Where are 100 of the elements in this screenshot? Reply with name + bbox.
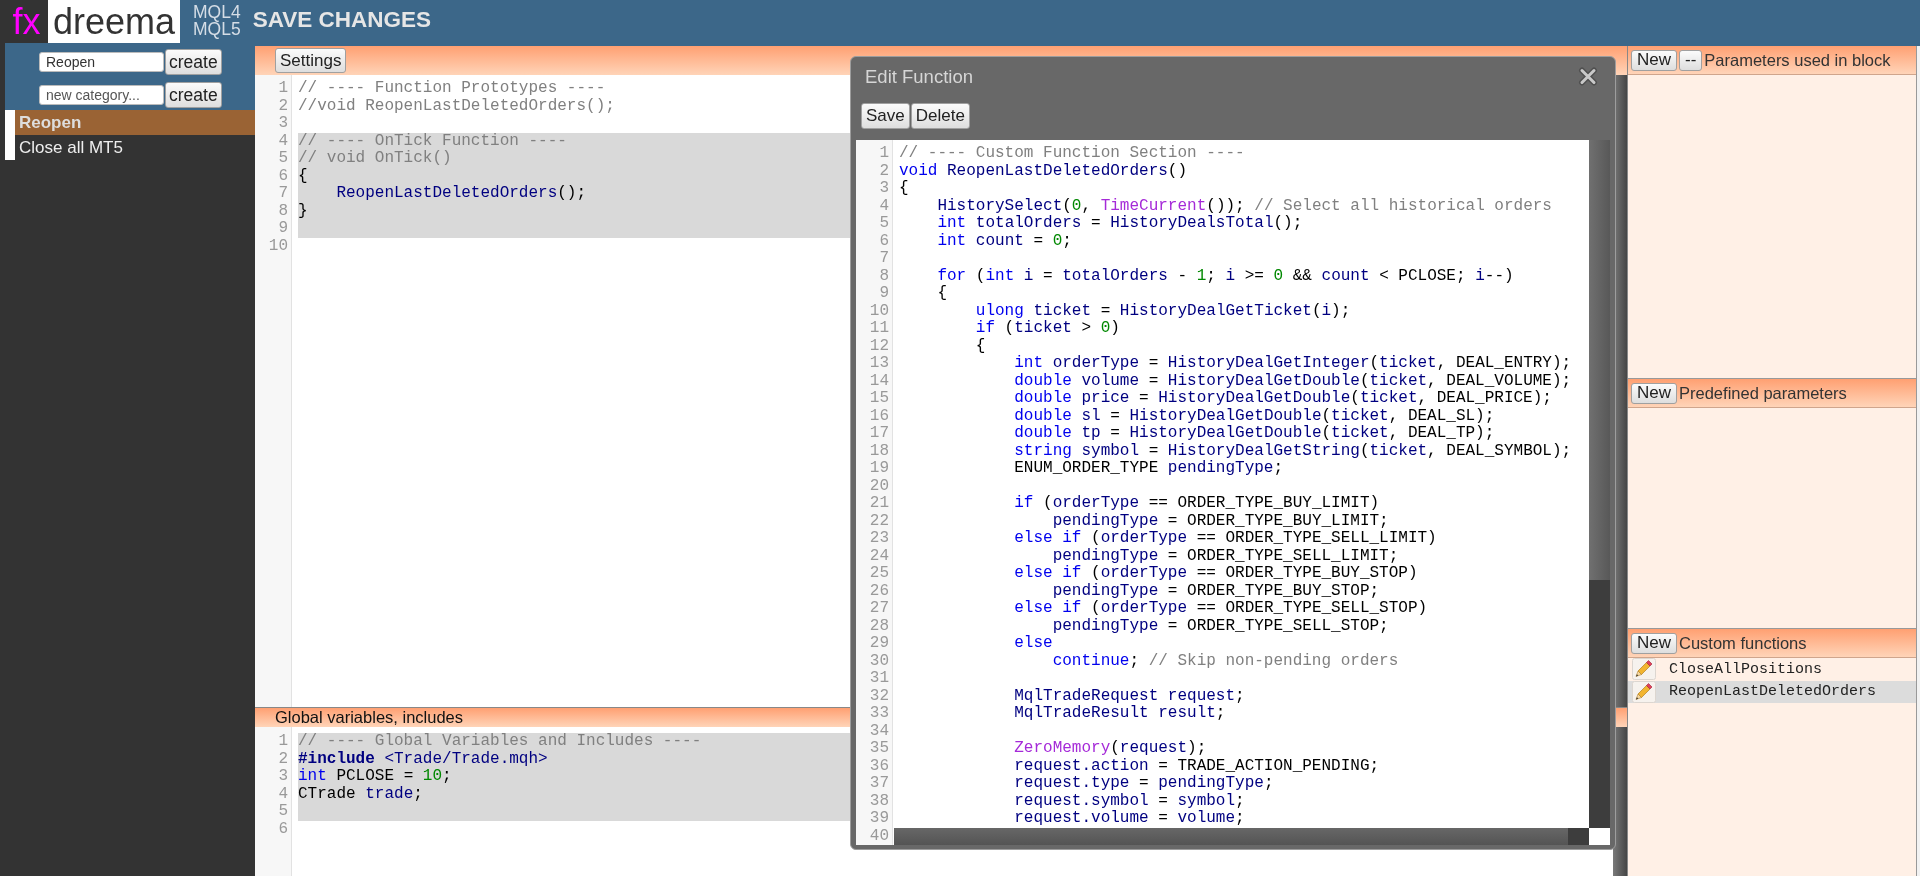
- section-title: Predefined parameters: [1679, 383, 1847, 403]
- line-number: 3: [278, 767, 288, 785]
- line-number: 5: [278, 149, 288, 167]
- code-line: {: [899, 180, 909, 198]
- line-number: 6: [278, 166, 288, 185]
- line-number: 26: [869, 581, 889, 600]
- code-line: ReopenLastDeletedOrders();: [336, 185, 587, 203]
- code-line: if (orderType == ORDER_TYPE_BUY_LIMIT): [1014, 495, 1380, 513]
- code-line: pendingType = ORDER_TYPE_BUY_STOP;: [1052, 582, 1380, 600]
- line-number: 2: [879, 161, 889, 180]
- code-line: int orderType = HistoryDealGetInteger(ticket, DEAL_ENTRY);: [1014, 355, 1572, 373]
- line-number: 1: [879, 144, 889, 162]
- dialog-title: Edit Function: [865, 65, 973, 88]
- line-number: 5: [278, 802, 288, 820]
- line-number: 4: [278, 784, 288, 803]
- logo-mark: fx: [5, 0, 48, 43]
- line-number: 23: [869, 529, 889, 547]
- code-line: else if (orderType == ORDER_TYPE_SELL_LIMIT): [1014, 530, 1437, 548]
- code-line: int totalOrders = HistoryDealsTotal();: [937, 215, 1303, 233]
- code-line: if (ticket > 0): [975, 320, 1120, 338]
- code-line: void ReopenLastDeletedOrders(): [899, 162, 1188, 180]
- code-line: ulong ticket = HistoryDealGetTicket(i);: [975, 302, 1351, 320]
- code-line: pendingType = ORDER_TYPE_BUY_LIMIT;: [1052, 512, 1389, 530]
- code-line: double sl = HistoryDealGetDouble(ticket, DEAL_SL);: [1014, 407, 1495, 425]
- line-number: 4: [278, 131, 288, 150]
- code-line: continue; // Skip non-pending orders: [1052, 652, 1399, 670]
- code-line: int count = 0;: [937, 232, 1072, 250]
- line-number: 29: [869, 634, 889, 652]
- line-number: 37: [869, 774, 889, 792]
- line-number: 7: [879, 249, 889, 267]
- line-number: 24: [869, 546, 889, 565]
- line-number: 27: [869, 599, 889, 617]
- code-line: // ---- Global Variables and Includes ----: [298, 733, 702, 751]
- line-number: 17: [869, 424, 889, 442]
- line-number: 10: [869, 301, 889, 320]
- code-line: request.action = TRADE_ACTION_PENDING;: [1014, 757, 1380, 775]
- line-number: 35: [869, 739, 889, 757]
- code-line: HistorySelect(0, TimeCurrent()); // Select all historical orders: [937, 197, 1552, 215]
- code-line: string symbol = HistoryDealGetString(ticket, DEAL_SYMBOL);: [1014, 442, 1572, 460]
- line-number: 19: [869, 459, 889, 477]
- code-line: MqlTradeRequest request;: [1014, 687, 1245, 705]
- line-number: 25: [869, 564, 889, 582]
- line-number: 36: [869, 756, 889, 775]
- line-number: 9: [879, 284, 889, 302]
- code-line: }: [298, 202, 308, 220]
- code-line: ENUM_ORDER_TYPE pendingType;: [1014, 460, 1284, 478]
- line-number: 12: [869, 336, 889, 355]
- line-number: 3: [879, 179, 889, 197]
- line-number: 7: [278, 184, 288, 202]
- code-line: //void ReopenLastDeletedOrders();: [298, 97, 615, 115]
- line-number: 34: [869, 721, 889, 740]
- code-line: {: [975, 337, 986, 355]
- code-line: // ---- OnTick Function ----: [298, 132, 567, 150]
- line-number: 13: [869, 354, 889, 372]
- code-line: else if (orderType == ORDER_TYPE_SELL_STOP): [1014, 600, 1428, 618]
- line-number: 2: [278, 749, 288, 768]
- line-number: 38: [869, 791, 889, 810]
- code-line: double price = HistoryDealGetDouble(ticket, DEAL_PRICE);: [1014, 390, 1552, 408]
- line-number: 14: [869, 371, 889, 390]
- logo-wordmark: dreema: [48, 0, 180, 43]
- line-number: 22: [869, 511, 889, 530]
- line-number: 8: [278, 201, 288, 220]
- code-line: int PCLOSE = 10;: [298, 768, 452, 786]
- line-number: 40: [869, 826, 889, 845]
- line-number: 15: [869, 389, 889, 407]
- line-number: 6: [879, 231, 889, 250]
- code-line: double tp = HistoryDealGetDouble(ticket, DEAL_TP);: [1014, 425, 1495, 443]
- code-line: pendingType = ORDER_TYPE_SELL_STOP;: [1052, 617, 1389, 635]
- line-number: 3: [278, 114, 288, 132]
- section-title: Custom functions: [1679, 633, 1807, 653]
- line-number: 16: [869, 406, 889, 425]
- line-number: 18: [869, 441, 889, 460]
- line-number: 39: [869, 809, 889, 827]
- line-number: 21: [869, 494, 889, 512]
- line-number: 31: [869, 669, 889, 687]
- code-line: double volume = HistoryDealGetDouble(ticket, DEAL_VOLUME);: [1014, 372, 1572, 390]
- code-line: MqlTradeResult result;: [1014, 705, 1226, 723]
- code-line: {: [298, 167, 308, 185]
- line-number: 20: [869, 476, 889, 495]
- code-line: for (int i = totalOrders - 1; i >= 0 && count < PCLOSE; i--): [937, 267, 1514, 285]
- line-number: 33: [869, 704, 889, 722]
- code-line: #include <Trade/Trade.mqh>: [298, 750, 548, 768]
- code-line: request.volume = volume;: [1014, 810, 1245, 828]
- code-line: request.symbol = symbol;: [1014, 792, 1245, 810]
- line-number: 11: [869, 319, 889, 337]
- code-line: else: [1014, 635, 1053, 653]
- line-number: 1: [278, 79, 288, 97]
- line-number: 32: [869, 686, 889, 705]
- line-number: 8: [879, 266, 889, 285]
- line-number: 10: [268, 236, 288, 255]
- code-line: pendingType = ORDER_TYPE_SELL_LIMIT;: [1052, 547, 1399, 565]
- line-number: 28: [869, 616, 889, 635]
- line-number: 9: [278, 219, 288, 237]
- line-number: 30: [869, 651, 889, 670]
- section-title: Global variables, includes: [275, 708, 464, 727]
- code-line: // ---- Function Prototypes ----: [298, 80, 606, 98]
- line-number: 4: [879, 196, 889, 215]
- line-number: 1: [278, 732, 288, 750]
- code-line: request.type = pendingType;: [1014, 775, 1274, 793]
- code-line: // ---- Custom Function Section ----: [899, 145, 1245, 163]
